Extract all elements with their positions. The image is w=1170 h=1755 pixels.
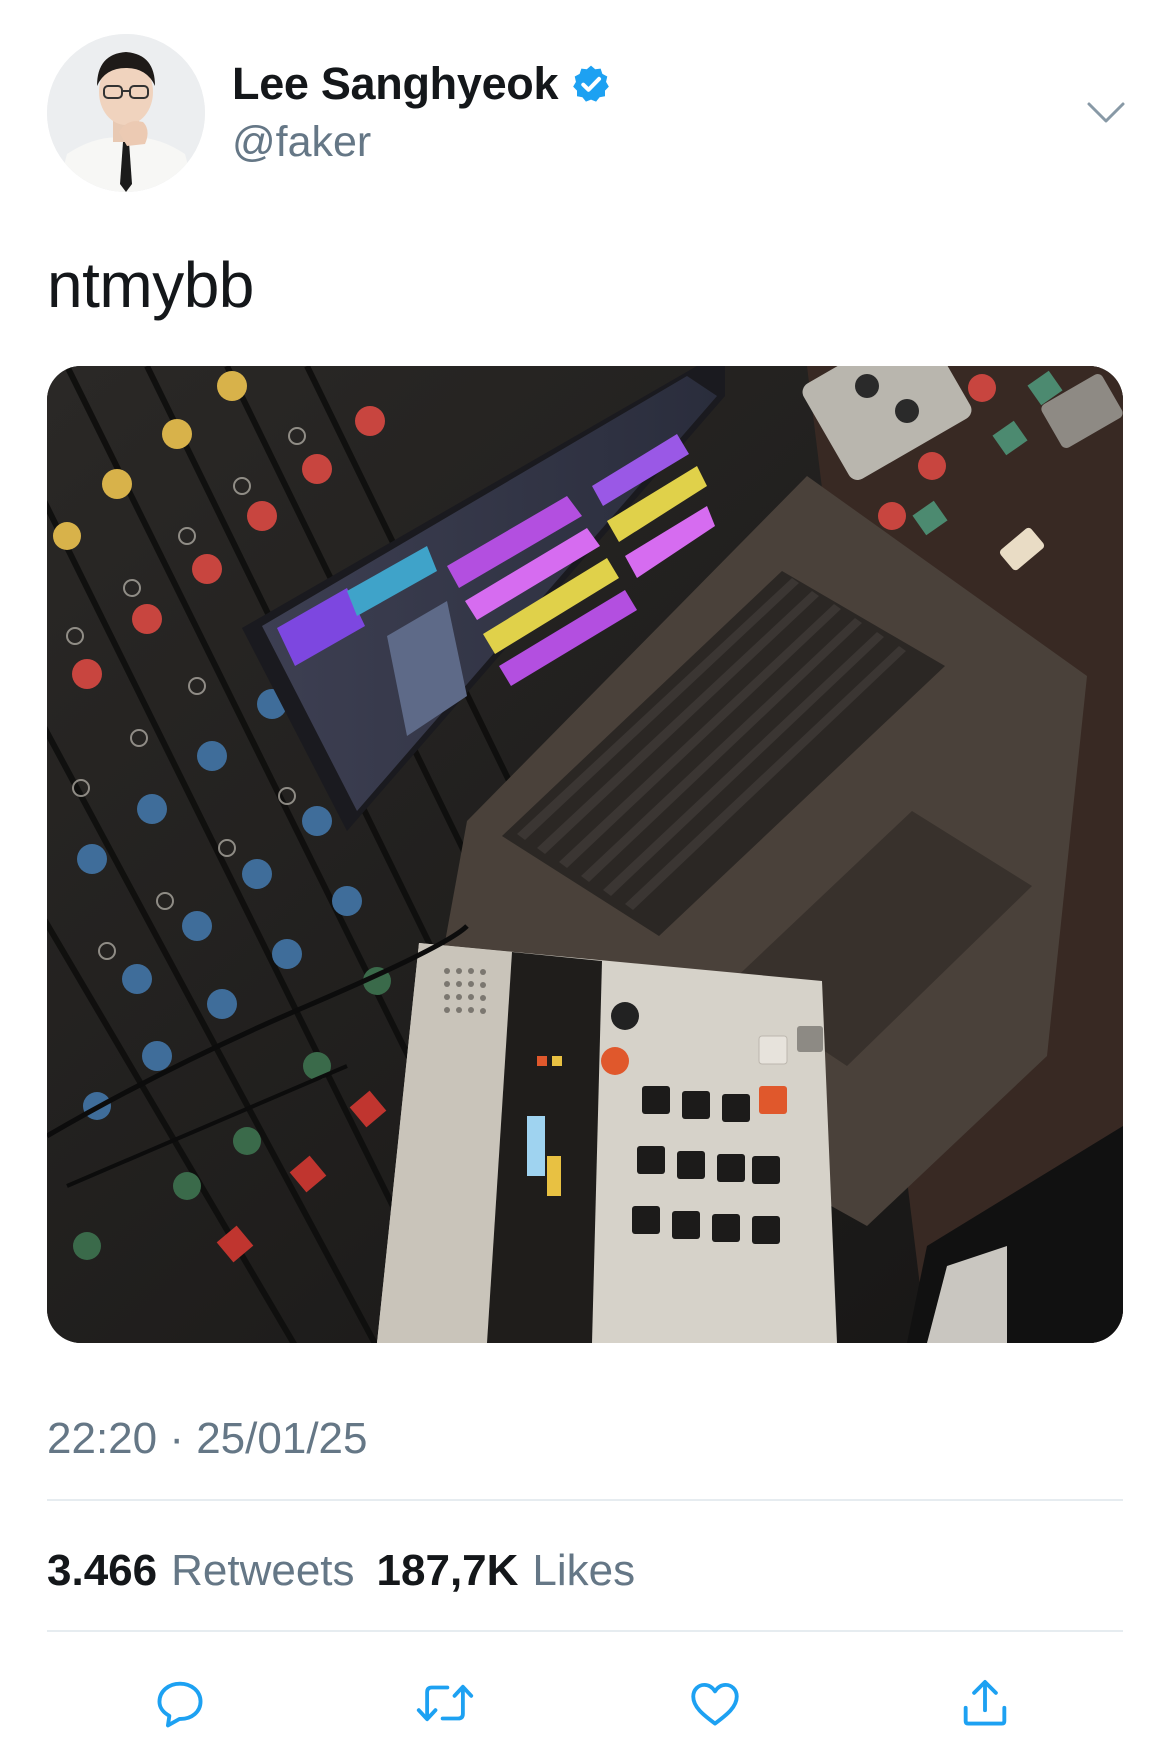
likes-label: Likes — [532, 1546, 636, 1595]
likes-stat[interactable]: 187,7K Likes — [377, 1546, 636, 1596]
author-handle[interactable]: @faker — [232, 118, 371, 167]
divider — [47, 1630, 1123, 1632]
reply-icon — [157, 1681, 203, 1728]
tweet-text: ntmybb — [47, 249, 254, 321]
action-bar — [0, 1668, 1170, 1738]
share-icon — [963, 1680, 1007, 1726]
engagement-stats: 3.466 Retweets 187,7K Likes — [47, 1546, 635, 1596]
retweets-count: 3.466 — [47, 1546, 158, 1595]
display-name[interactable]: Lee Sanghyeok — [232, 58, 559, 110]
chevron-down-icon — [1087, 102, 1125, 123]
retweet-icon — [416, 1684, 474, 1722]
more-options-button[interactable] — [1082, 96, 1130, 130]
retweet-button[interactable] — [410, 1668, 480, 1738]
avatar[interactable] — [47, 34, 205, 192]
tweet-photo[interactable] — [47, 366, 1123, 1343]
like-button[interactable] — [680, 1668, 750, 1738]
tweet: Lee Sanghyeok @faker ntmybb 22:20 · 25/0… — [0, 0, 1170, 1755]
likes-count: 187,7K — [376, 1546, 519, 1595]
retweets-label: Retweets — [171, 1546, 355, 1595]
verified-badge-icon — [570, 63, 612, 105]
heart-icon — [691, 1682, 739, 1726]
author-name-row[interactable]: Lee Sanghyeok — [232, 58, 612, 110]
reply-button[interactable] — [145, 1668, 215, 1738]
divider — [47, 1499, 1123, 1501]
tweet-timestamp[interactable]: 22:20 · 25/01/25 — [47, 1414, 367, 1464]
retweets-stat[interactable]: 3.466 Retweets — [47, 1546, 355, 1596]
share-button[interactable] — [950, 1668, 1020, 1738]
